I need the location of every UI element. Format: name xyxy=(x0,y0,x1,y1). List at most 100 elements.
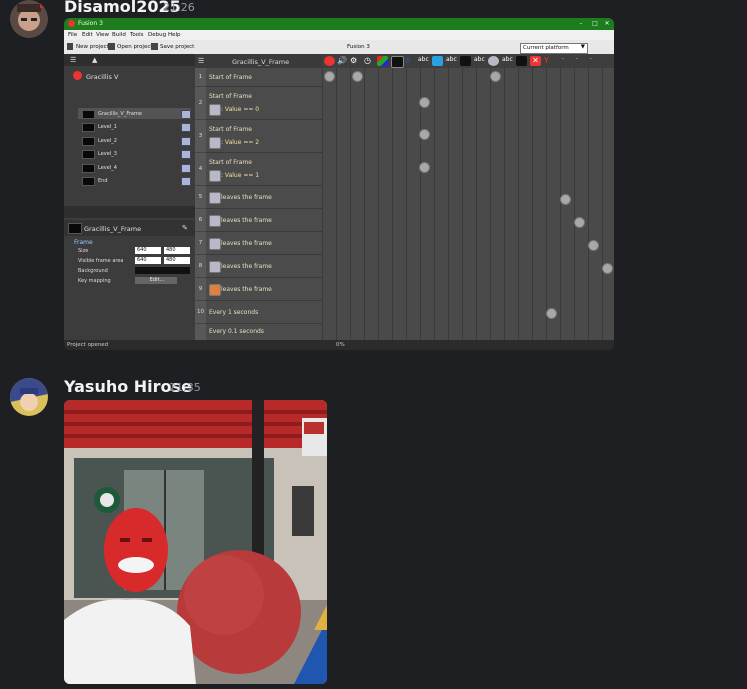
event-condition: Start of Frame xyxy=(209,159,252,166)
event-row-number: 10 xyxy=(195,301,206,323)
event-row-number: 9 xyxy=(195,278,206,300)
tree-frame: Level_3 xyxy=(98,151,117,157)
tree-frame: Level_4 xyxy=(98,165,117,171)
open-project-icon xyxy=(108,43,115,50)
checkmark-dot xyxy=(324,71,335,82)
checkmark-dot xyxy=(588,240,599,251)
timer-icon: ◷ xyxy=(364,56,371,65)
chevron-down-icon: ▼ xyxy=(580,44,585,50)
frame-thumbnail xyxy=(82,137,95,146)
window-titlebar: Fusion 3 – □ ✕ xyxy=(64,18,614,30)
open-project-label: Open project xyxy=(117,44,153,50)
fusion-screenshot[interactable]: Fusion 3 – □ ✕ File Edit View Build Tool… xyxy=(64,18,614,350)
event-row-number: 7 xyxy=(195,232,206,254)
active-object-icon xyxy=(460,56,471,66)
prop-label-background: Background xyxy=(78,268,108,274)
object-icon xyxy=(209,261,221,273)
active-object-icon xyxy=(488,56,499,66)
object-icon xyxy=(209,192,221,204)
event-condition: leaves the frame xyxy=(221,286,272,293)
prop-size-width: 640 xyxy=(135,247,161,254)
avatar-image xyxy=(10,378,48,416)
event-row: Every 1 seconds xyxy=(206,301,322,324)
checkmark-dot xyxy=(419,162,430,173)
event-row: leaves the frame xyxy=(206,232,322,255)
event-condition: leaves the frame xyxy=(221,194,272,201)
menu-view: View xyxy=(96,32,110,38)
event-row: leaves the frame xyxy=(206,278,322,301)
frame-thumbnail xyxy=(82,150,95,159)
event-condition: Every 1 seconds xyxy=(209,309,259,316)
frame-thumbnail xyxy=(82,164,95,173)
string-object-icon: abc xyxy=(446,56,457,63)
avatar[interactable] xyxy=(10,378,48,416)
event-row: leaves the frame xyxy=(206,209,322,232)
object-icon xyxy=(209,284,221,296)
save-project-icon xyxy=(151,43,158,50)
prop-background-swatch xyxy=(135,267,190,274)
prop-size-height: 480 xyxy=(164,247,190,254)
event-condition: leaves the frame xyxy=(221,217,272,224)
avatar[interactable] xyxy=(10,0,48,38)
event-condition: Start of Frame xyxy=(209,126,252,133)
small-dot-icon: · xyxy=(562,56,564,63)
event-row: Every 0.1 seconds xyxy=(206,324,322,341)
close-icon: ✕ xyxy=(604,20,610,27)
checkmark-dot xyxy=(574,217,585,228)
event-row-number: 8 xyxy=(195,255,206,277)
event-row-number: 3 xyxy=(195,120,206,152)
player-icon: ☃ xyxy=(404,56,412,65)
photo-image xyxy=(64,400,327,684)
menu-tools: Tools xyxy=(130,32,144,38)
event-row: Start of Frame : Value == 2 xyxy=(206,120,322,153)
event-row: Start of Frame : Value == 1 xyxy=(206,153,322,186)
properties-section: Frame xyxy=(74,239,93,246)
tree-root: Gracillis V xyxy=(86,73,119,81)
menu-edit: Edit xyxy=(82,32,93,38)
frame-icon xyxy=(181,164,191,173)
event-row: Start of Frame : Value == 0 xyxy=(206,87,322,120)
object-icon xyxy=(209,170,221,182)
workspace-panel: ☰ ▲ Gracillis V Gracillis_V_Frame Level_… xyxy=(64,54,195,340)
object-icon xyxy=(209,104,221,116)
properties-frame-name: Gracillis_V_Frame xyxy=(84,225,142,233)
counter-icon xyxy=(432,56,443,66)
string-object-icon: abc xyxy=(418,56,429,63)
object-icon xyxy=(209,215,221,227)
prop-key-mapping-edit: Edit... xyxy=(135,277,177,284)
app-icon xyxy=(73,71,82,80)
photo-attachment[interactable] xyxy=(64,400,327,684)
event-row: Start of Frame xyxy=(206,68,322,87)
frame-thumbnail xyxy=(82,110,95,119)
prop-label-key-mapping: Key mapping xyxy=(78,278,111,284)
menubar: File Edit View Build Tools Debug Help xyxy=(64,30,614,40)
checkmark-dot xyxy=(602,263,613,274)
menu-help: Help xyxy=(168,32,181,38)
small-dot-icon: · xyxy=(590,56,592,63)
event-row: leaves the frame xyxy=(206,255,322,278)
event-row-number: 2 xyxy=(195,87,206,119)
string-object-icon: abc xyxy=(474,56,485,63)
status-progress: 0% xyxy=(336,342,345,348)
tree-frame: Gracillis_V_Frame xyxy=(98,111,142,117)
menu-debug: Debug xyxy=(148,32,167,38)
timestamp: 21:35 xyxy=(169,381,201,394)
backdrop-icon xyxy=(391,56,404,68)
platform-select: Current platform ▼ xyxy=(520,43,588,54)
new-project-label: New project xyxy=(76,44,109,50)
event-row-number: 5 xyxy=(195,186,206,208)
event-grid xyxy=(322,68,614,340)
event-frame-title: Gracillis_V_Frame xyxy=(232,58,290,66)
shapes-icon xyxy=(377,56,388,66)
tree-frame: End xyxy=(98,178,108,184)
event-row-number: 4 xyxy=(195,153,206,185)
pencil-icon: ✎ xyxy=(182,224,188,232)
frame-thumbnail xyxy=(68,223,82,234)
event-condition: Start of Frame xyxy=(209,93,252,100)
checkmark-dot xyxy=(419,129,430,140)
panel-toolbar: ☰ ▲ xyxy=(64,54,195,66)
prop-label-visible-area: Visible frame area xyxy=(78,258,124,264)
spike-icon: Y xyxy=(544,56,549,65)
toolbar-title: Fusion 3 xyxy=(347,44,370,50)
close-object-icon: ✕ xyxy=(530,56,541,66)
